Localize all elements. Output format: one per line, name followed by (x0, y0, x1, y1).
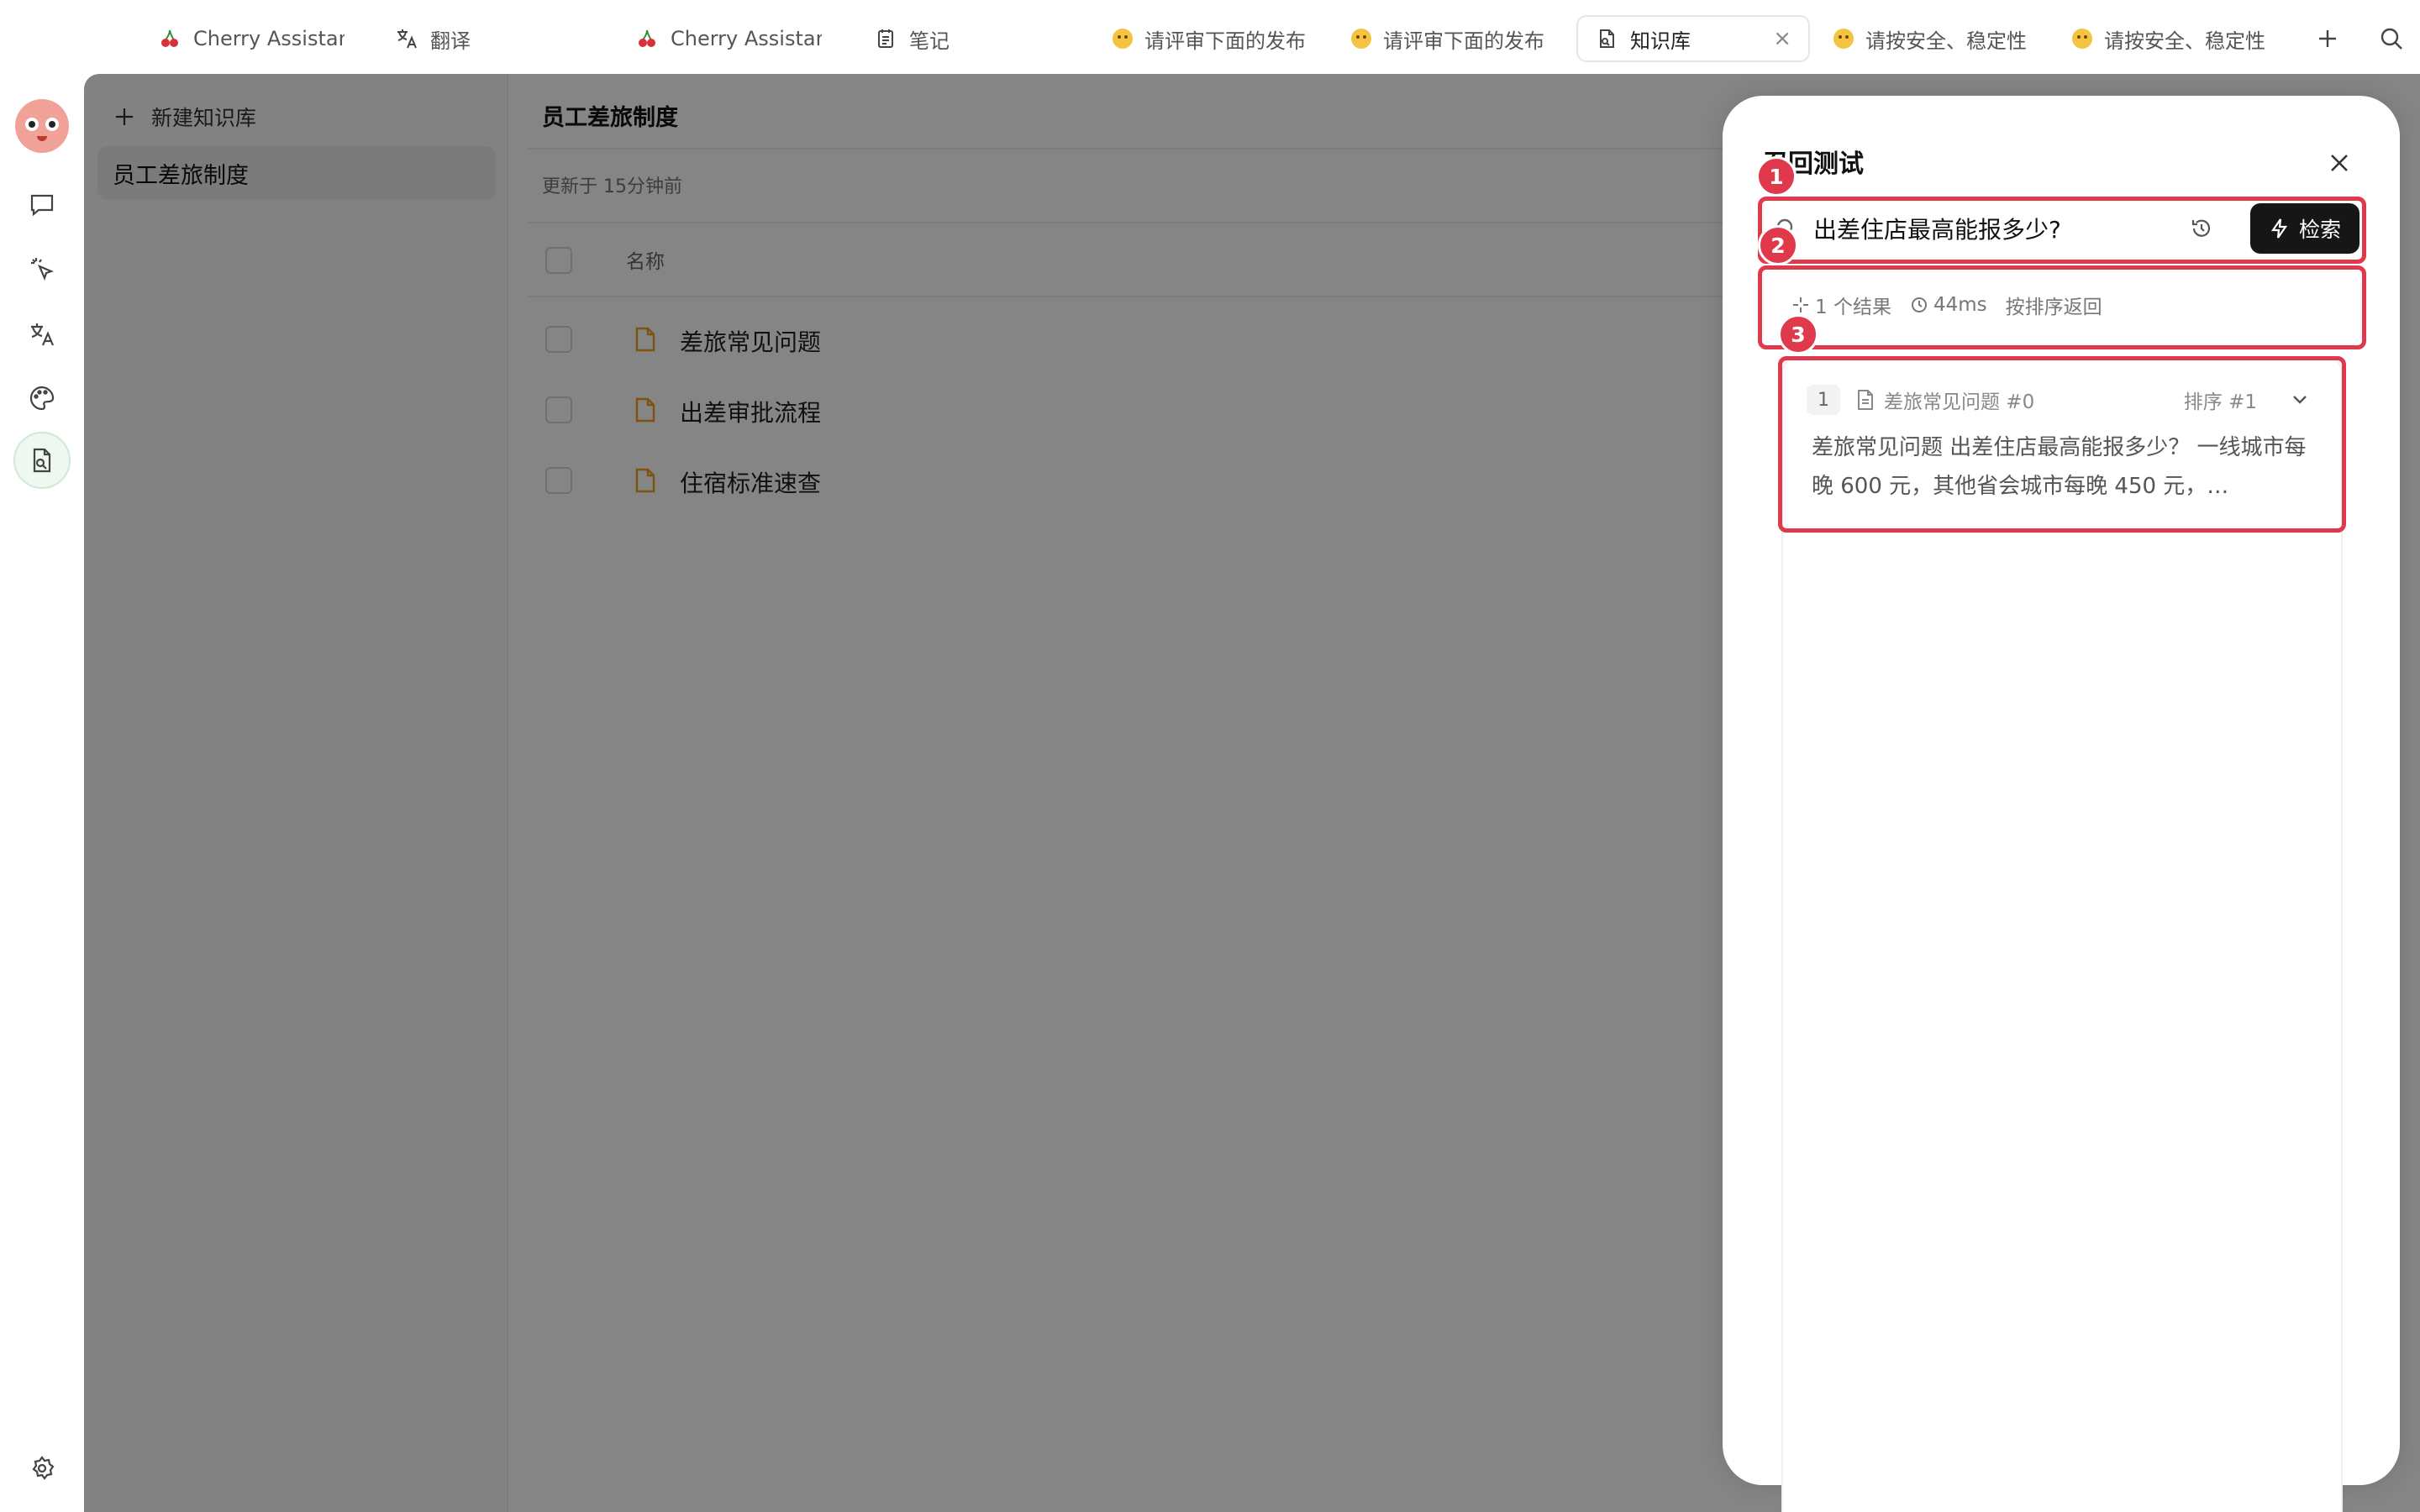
nav-paint-button[interactable] (20, 376, 64, 420)
annotation-box-search (1758, 197, 2366, 264)
global-search-button[interactable] (2371, 18, 2412, 59)
emoji-icon (1113, 29, 1133, 49)
file-name: 出差审批流程 (680, 399, 822, 427)
tab-review-release-2[interactable]: 请评审下面的发布 (1351, 15, 1544, 62)
file-icon (633, 396, 658, 427)
notes-icon (874, 27, 897, 50)
tab-label: 请评审下面的发布 (1144, 29, 1306, 53)
file-icon (633, 467, 658, 497)
gear-icon (32, 1456, 55, 1480)
nav-knowledge-base-button[interactable] (13, 432, 71, 489)
file-name: 差旅常见问题 (680, 328, 822, 356)
tab-translate[interactable]: 翻译 (395, 15, 496, 62)
page-title: 员工差旅制度 (542, 105, 678, 131)
file-checkbox[interactable] (545, 467, 572, 494)
tab-cherry-assistant-1[interactable]: Cherry Assistant (158, 15, 345, 62)
new-kb-label: 新建知识库 (151, 106, 257, 130)
file-icon (633, 326, 658, 356)
tab-label: 请按安全、稳定性 (1865, 29, 2027, 53)
emoji-icon (1351, 29, 1371, 49)
knowledge-base-icon (33, 448, 51, 473)
tab-knowledge-base[interactable]: 知识库 × (1576, 15, 1810, 62)
kb-item-label: 员工差旅制度 (113, 162, 249, 189)
tab-safety-stability-1[interactable]: 请按安全、稳定性 (1833, 15, 2027, 62)
close-drawer-button[interactable] (2323, 146, 2356, 180)
tab-label: 请评审下面的发布 (1383, 29, 1544, 53)
file-name: 住宿标准速查 (680, 470, 822, 497)
file-checkbox[interactable] (545, 326, 572, 353)
tab-label: 翻译 (430, 29, 471, 53)
annotation-box-result (1778, 356, 2346, 533)
tab-label: Cherry Assistant (193, 27, 345, 50)
translate-icon (31, 323, 55, 346)
select-all-checkbox[interactable] (545, 247, 572, 274)
tab-label: 请按安全、稳定性 (2104, 29, 2265, 53)
new-tab-button[interactable] (2307, 18, 2348, 59)
nav-translate-button[interactable] (20, 312, 64, 356)
annotation-marker-1: 1 (1756, 156, 1797, 197)
knowledge-base-list: 新建知识库 员工差旅制度 (84, 74, 508, 1512)
tab-review-release-1[interactable]: 请评审下面的发布 (1113, 15, 1306, 62)
chat-icon (30, 194, 54, 217)
cherry-icon (635, 27, 659, 50)
translate-icon (395, 27, 418, 50)
tab-safety-stability-2[interactable]: 请按安全、稳定性 (2072, 15, 2265, 62)
tab-label: 知识库 (1630, 29, 1691, 53)
file-checkbox[interactable] (545, 396, 572, 423)
nav-rail (0, 74, 84, 1512)
annotation-marker-3: 3 (1778, 314, 1818, 354)
nav-settings-button[interactable] (20, 1446, 64, 1490)
knowledge-base-icon (1595, 27, 1618, 50)
emoji-icon (2072, 29, 2092, 49)
plus-icon (116, 108, 133, 125)
emoji-icon (1833, 29, 1854, 49)
nav-agents-button[interactable] (20, 247, 64, 291)
sparkle-cursor-icon (31, 258, 55, 281)
annotation-box-stats (1758, 265, 2366, 349)
close-tab-icon[interactable]: × (1773, 26, 1791, 51)
tab-label: Cherry Assistant (671, 27, 822, 50)
palette-icon (29, 386, 55, 411)
updated-time: 更新于 15分钟前 (542, 176, 682, 197)
kb-item-travel-policy[interactable]: 员工差旅制度 (97, 146, 496, 200)
plus-icon (2319, 30, 2336, 47)
tab-notes[interactable]: 笔记 (874, 15, 992, 62)
avatar[interactable] (15, 99, 69, 153)
annotation-marker-2: 2 (1758, 225, 1798, 265)
search-icon (2381, 28, 2402, 50)
cherry-icon (158, 27, 182, 50)
close-icon (2331, 155, 2348, 171)
new-knowledge-base-button[interactable]: 新建知识库 (114, 96, 256, 138)
tab-bar: Cherry Assistant 翻译 Cherry Assistant 笔记 … (0, 0, 2420, 74)
tab-label: 笔记 (909, 29, 950, 53)
column-header-name: 名称 (626, 251, 665, 273)
nav-chat-button[interactable] (20, 183, 64, 227)
tab-cherry-assistant-2[interactable]: Cherry Assistant (635, 15, 822, 62)
